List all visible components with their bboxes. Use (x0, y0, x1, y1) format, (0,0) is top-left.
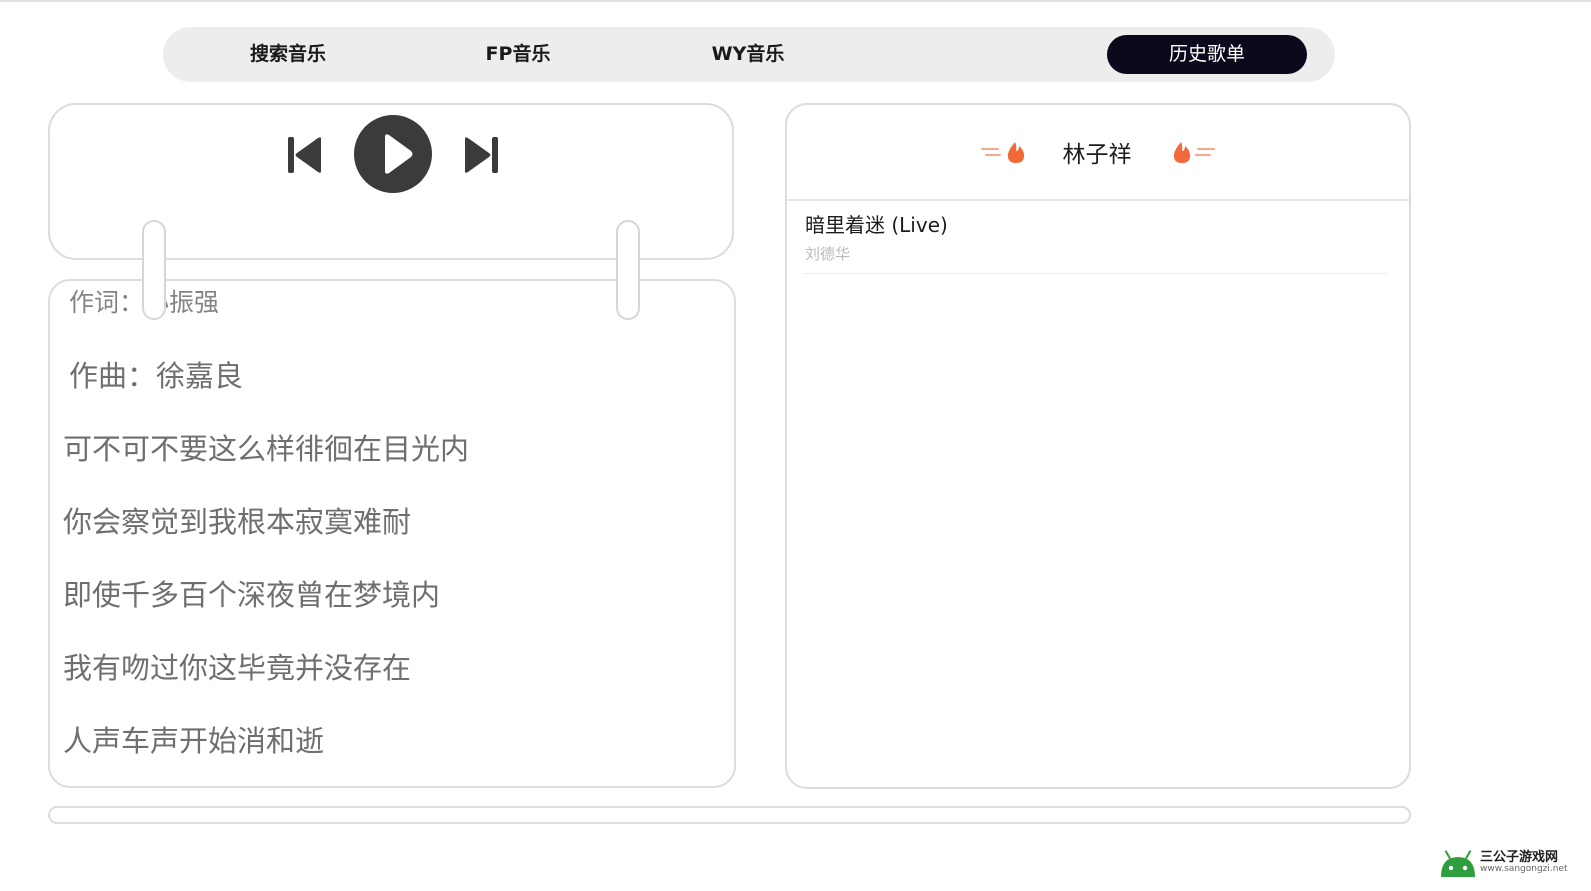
lyric-line: 我有吻过你这毕竟并没存在 (63, 651, 412, 685)
android-logo-icon (1441, 850, 1475, 877)
top-divider (0, 0, 1591, 2)
tab-wy-music[interactable]: WY音乐 (643, 35, 853, 74)
tab-history-playlist[interactable]: 历史歌单 (1107, 35, 1307, 74)
top-nav: 搜索音乐 FP音乐 WY音乐 历史歌单 (163, 27, 1335, 82)
playback-progress-bar[interactable] (48, 806, 1411, 824)
tab-search-music[interactable]: 搜索音乐 (183, 35, 393, 74)
lyric-line: 可不可不要这么样徘徊在目光内 (63, 432, 470, 466)
card-ring-right (616, 220, 640, 320)
playlist-header: 林子祥 (787, 105, 1409, 201)
flame-icon (1173, 142, 1215, 163)
tab-fp-music[interactable]: FP音乐 (413, 35, 623, 74)
play-button[interactable] (354, 115, 432, 193)
card-ring-left (142, 220, 166, 320)
skip-previous-icon[interactable] (286, 135, 324, 175)
site-watermark: 三公子游戏网 www.sangongzi.net (1438, 843, 1588, 883)
playlist-panel: 林子祥 暗里着迷 (Live) 刘德华 (785, 103, 1411, 789)
lyric-line: 即使千多百个深夜曾在梦境内 (63, 578, 441, 612)
play-icon (385, 134, 413, 174)
song-list-item[interactable]: 暗里着迷 (Live) 刘德华 (803, 201, 1388, 274)
lyric-line: 你会察觉到我根本寂寞难耐 (63, 505, 412, 539)
lyric-line: 作曲：徐嘉良 (69, 359, 244, 393)
watermark-title: 三公子游戏网 (1480, 850, 1559, 865)
song-artist: 刘德华 (805, 245, 851, 263)
skip-next-icon[interactable] (462, 135, 500, 175)
lyric-line: 人声车声开始消和逝 (63, 724, 325, 758)
playlist-title: 林子祥 (1062, 142, 1132, 168)
song-title: 暗里着迷 (Live) (805, 213, 948, 237)
watermark-url: www.sangongzi.net (1480, 864, 1568, 874)
flame-icon (981, 142, 1025, 163)
lyrics-panel[interactable]: 作词：小振强 作曲：徐嘉良 可不可不要这么样徘徊在目光内 你会察觉到我根本寂寞难… (48, 279, 736, 788)
